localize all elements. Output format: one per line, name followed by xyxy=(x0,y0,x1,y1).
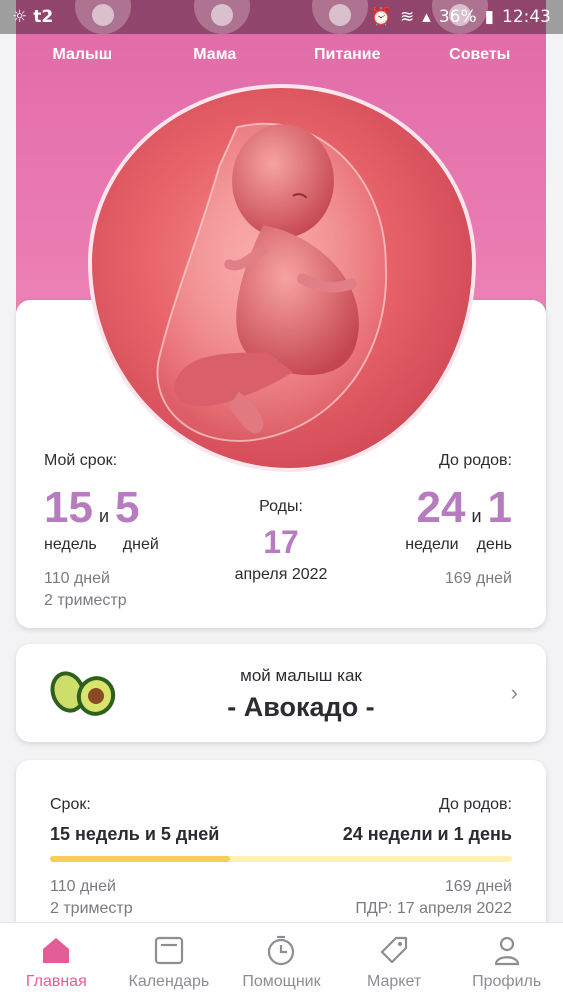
nav-profile-label: Профиль xyxy=(472,972,542,990)
term-trimester: 2 триместр xyxy=(44,592,127,609)
home-icon xyxy=(43,937,70,963)
until-days: 1 xyxy=(487,483,512,532)
birth-label: Роды: xyxy=(259,498,303,515)
timer-icon xyxy=(268,935,295,965)
progress-left-trimester: 2 триместр xyxy=(50,900,133,917)
pregnancy-progress-fill xyxy=(50,856,231,862)
term-days: 5 xyxy=(115,483,140,532)
term-weeks-unit: недель xyxy=(44,536,97,553)
tab-tips[interactable]: Советы xyxy=(414,46,546,64)
progress-right-label: До родов: xyxy=(439,796,512,813)
clock: 12:43 xyxy=(502,7,551,27)
tab-food[interactable]: Питание xyxy=(281,46,413,64)
until-and: и xyxy=(471,506,482,526)
nav-market[interactable]: Маркет xyxy=(338,933,450,991)
until-label: До родов: xyxy=(439,452,512,469)
progress-left-label: Срок: xyxy=(50,796,91,813)
until-weeks: 24 xyxy=(416,483,466,532)
tab-baby[interactable]: Малыш xyxy=(16,46,148,64)
baby-size-card[interactable]: мой малыш как - Авокадо - › xyxy=(16,644,546,742)
birth-day: 17 xyxy=(263,524,299,560)
term-weeks: 15 xyxy=(44,483,93,532)
pregnancy-progress-bar xyxy=(50,856,512,862)
nav-profile[interactable]: Профиль xyxy=(451,933,563,991)
avocado-icon xyxy=(50,671,116,716)
term-total-days: 110 дней xyxy=(44,570,110,587)
profile-icon xyxy=(494,936,519,965)
term-label: Мой срок: xyxy=(44,452,118,469)
nav-assistant[interactable]: Помощник xyxy=(225,933,337,991)
wifi-icon: ≋ xyxy=(400,7,415,27)
baby-size-prefix: мой малыш как xyxy=(240,666,362,685)
nav-assistant-label: Помощник xyxy=(242,972,321,990)
nav-home-label: Главная xyxy=(25,972,87,990)
weather-icon: ☼ xyxy=(12,7,28,27)
alarm-icon: ⏰ xyxy=(370,7,393,27)
progress-card: Срок: До родов: 15 недель и 5 дней 24 не… xyxy=(16,760,546,940)
progress-left-days: 110 дней xyxy=(50,878,116,895)
term-days-unit: дней xyxy=(122,536,159,553)
until-weeks-unit: недели xyxy=(405,536,459,553)
nav-home[interactable]: Главная xyxy=(0,933,112,991)
until-total-days: 169 дней xyxy=(444,570,512,587)
tag-icon xyxy=(380,936,408,963)
signal-icon: ▴ xyxy=(422,7,431,27)
nav-calendar[interactable]: Календарь xyxy=(113,933,225,991)
carrier-label: t2 xyxy=(33,7,54,27)
nav-market-label: Маркет xyxy=(366,972,422,990)
tab-mom[interactable]: Мама xyxy=(149,46,281,64)
progress-right-days: 169 дней xyxy=(444,878,512,895)
term-and: и xyxy=(98,506,110,526)
progress-left-value: 15 недель и 5 дней xyxy=(50,824,220,844)
progress-right-value: 24 недели и 1 день xyxy=(342,824,512,844)
calendar-icon xyxy=(154,936,183,964)
category-tabs: Малыш Мама Питание Советы xyxy=(16,46,546,64)
progress-pdr: ПДР: 17 апреля 2022 xyxy=(355,900,512,917)
until-days-unit: день xyxy=(476,536,512,553)
chevron-right-icon: › xyxy=(510,680,518,705)
nav-calendar-label: Календарь xyxy=(128,972,210,990)
bottom-navigation: Главная Календарь Помощник Маркет Профил… xyxy=(0,922,563,1000)
birth-month-year: апреля 2022 xyxy=(234,566,328,583)
baby-size-fruit: - Авокадо - xyxy=(227,692,375,722)
